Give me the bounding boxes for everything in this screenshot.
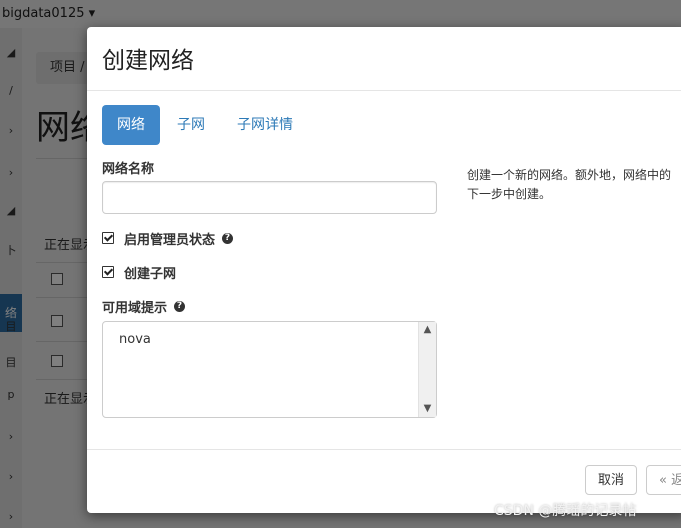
tab-network[interactable]: 网络 [102, 105, 160, 145]
admin-state-row: 启用管理员状态 ? [102, 229, 234, 248]
modal-header: 创建网络 [87, 27, 681, 91]
scrollbar[interactable]: ▲ ▼ [418, 322, 436, 417]
tab-subnet[interactable]: 子网 [162, 105, 220, 145]
wizard-tabs: 网络 子网 子网详情 [102, 105, 310, 145]
network-name-input[interactable] [102, 181, 437, 214]
watermark: CSDN @腾瑶的记录帖 [494, 503, 637, 519]
modal-title: 创建网络 [102, 48, 194, 74]
help-icon[interactable]: ? [174, 300, 186, 312]
help-icon[interactable]: ? [222, 232, 234, 244]
create-subnet-row: 创建子网 [102, 263, 177, 282]
back-button[interactable]: « 返 [646, 465, 681, 495]
create-subnet-checkbox[interactable] [102, 266, 114, 278]
modal-footer-divider [87, 449, 681, 450]
create-subnet-label: 创建子网 [124, 266, 177, 282]
chevron-down-icon[interactable]: ▼ [419, 401, 436, 417]
network-name-label: 网络名称 [102, 162, 155, 177]
help-text-line: 创建一个新的网络。额外地，网络中的 [467, 168, 672, 182]
tab-subnet-details[interactable]: 子网详情 [222, 105, 308, 145]
chevron-up-icon[interactable]: ▲ [419, 322, 436, 338]
cancel-button[interactable]: 取消 [585, 465, 637, 495]
az-hints-label: 可用域提示 [102, 300, 168, 316]
help-text: 创建一个新的网络。额外地，网络中的 下一步中创建。 [467, 166, 681, 204]
list-item[interactable]: nova [119, 332, 151, 347]
create-network-modal: 创建网络 网络 子网 子网详情 网络名称 启用管理员状态 ? 创建子网 可用域提… [87, 27, 681, 513]
az-hints-label-row: 可用域提示 ? [102, 297, 186, 316]
az-hints-listbox[interactable]: nova ▲ ▼ [102, 321, 437, 418]
admin-state-checkbox[interactable] [102, 232, 114, 244]
admin-state-label: 启用管理员状态 [124, 232, 216, 248]
help-text-line: 下一步中创建。 [467, 187, 552, 201]
